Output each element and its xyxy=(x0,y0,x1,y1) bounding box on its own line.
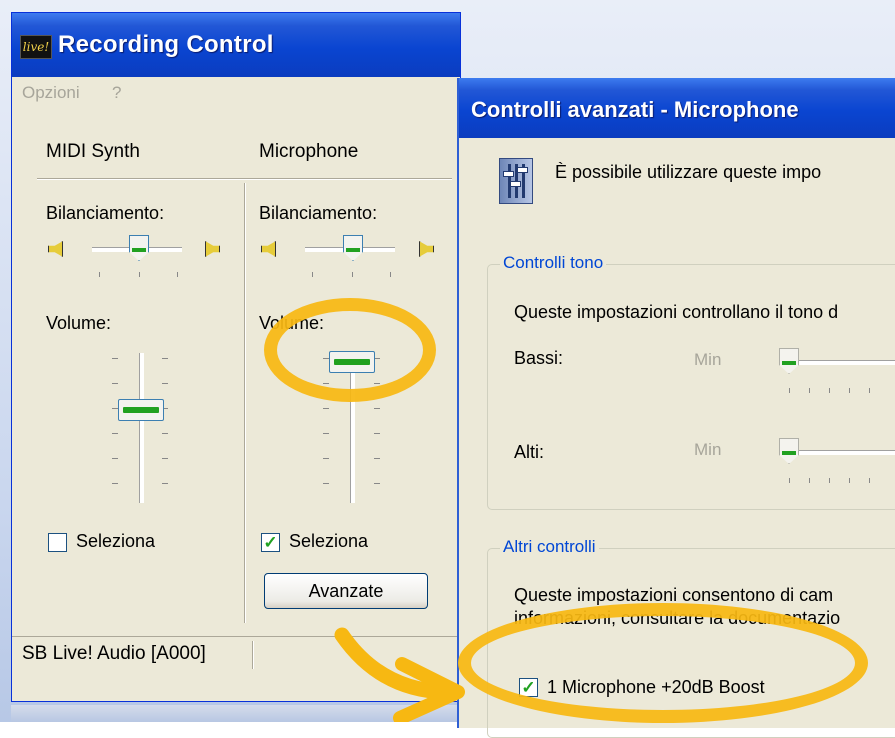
volume-tick xyxy=(162,458,168,459)
other-group-title: Altri controlli xyxy=(500,537,599,557)
volume-label-midi: Volume: xyxy=(46,313,112,333)
app-logo-icon: live! xyxy=(20,35,52,59)
select-checkbox-midi[interactable] xyxy=(48,533,67,552)
header-divider xyxy=(37,178,452,180)
volume-tick xyxy=(162,358,168,359)
volume-tick xyxy=(162,383,168,384)
treble-tick xyxy=(829,478,830,483)
volume-tick xyxy=(162,433,168,434)
status-divider xyxy=(252,641,254,669)
status-bar: SB Live! Audio [A000] xyxy=(12,636,462,673)
channel-name-microphone: Microphone xyxy=(259,141,359,162)
volume-slider-midi[interactable] xyxy=(139,353,144,503)
dialog-intro-text: È possibile utilizzare queste impo xyxy=(555,162,822,182)
menu-help[interactable]: ? xyxy=(112,83,121,103)
speaker-right-icon xyxy=(204,237,222,259)
menu-bar: Opzioni ? xyxy=(12,77,452,107)
volume-tick xyxy=(323,433,329,434)
desktop-strip xyxy=(11,705,461,722)
bass-tick xyxy=(849,388,850,393)
title-bar[interactable]: live! Recording Control xyxy=(12,13,460,77)
channel-name-midi-synth: MIDI Synth xyxy=(46,141,140,162)
speaker-left-icon xyxy=(259,237,277,259)
volume-tick xyxy=(112,458,118,459)
treble-label: Alti: xyxy=(514,442,545,462)
select-label-mic[interactable]: Seleziona xyxy=(289,531,368,552)
volume-tick xyxy=(323,483,329,484)
tone-description: Queste impostazioni controllano il tono … xyxy=(514,302,839,322)
select-label-midi[interactable]: Seleziona xyxy=(76,531,155,552)
avanzate-button[interactable]: Avanzate xyxy=(264,573,428,609)
treble-tick xyxy=(789,478,790,483)
balance-tick xyxy=(312,272,313,277)
tone-group-title: Controlli tono xyxy=(500,253,607,273)
speaker-right-icon xyxy=(418,237,436,259)
volume-tick xyxy=(323,408,329,409)
select-checkbox-mic[interactable]: ✓ xyxy=(261,533,280,552)
volume-tick xyxy=(374,458,380,459)
volume-tick xyxy=(112,483,118,484)
volume-tick xyxy=(162,483,168,484)
bass-tick xyxy=(809,388,810,393)
annotation-circle-boost xyxy=(458,603,868,723)
balance-tick xyxy=(99,272,100,277)
volume-tick xyxy=(112,358,118,359)
bass-label: Bassi: xyxy=(514,348,564,368)
tone-controls-group xyxy=(487,264,895,510)
annotation-circle-volume xyxy=(264,298,436,402)
menu-opzioni[interactable]: Opzioni xyxy=(22,83,80,103)
status-device-text: SB Live! Audio [A000] xyxy=(22,643,206,664)
channel-divider xyxy=(244,183,246,623)
bass-tick xyxy=(789,388,790,393)
dialog-title-bar[interactable]: Controlli avanzati - Microphone xyxy=(459,78,895,138)
treble-tick xyxy=(849,478,850,483)
dialog-title: Controlli avanzati - Microphone xyxy=(471,97,799,122)
bass-min-label: Min xyxy=(694,350,722,369)
balance-tick xyxy=(390,272,391,277)
volume-tick xyxy=(323,458,329,459)
bass-tick xyxy=(869,388,870,393)
balance-tick xyxy=(352,272,353,277)
treble-tick xyxy=(869,478,870,483)
balance-thumb-mic[interactable] xyxy=(343,235,363,261)
volume-tick xyxy=(374,483,380,484)
bass-tick xyxy=(829,388,830,393)
volume-tick xyxy=(112,383,118,384)
balance-label-mic: Bilanciamento: xyxy=(259,203,378,223)
balance-tick xyxy=(177,272,178,277)
balance-thumb-midi[interactable] xyxy=(129,235,149,261)
volume-tick xyxy=(374,408,380,409)
balance-label-midi: Bilanciamento: xyxy=(46,203,165,223)
window-title: Recording Control xyxy=(58,31,274,58)
treble-min-label: Min xyxy=(694,440,722,459)
balance-tick xyxy=(139,272,140,277)
volume-thumb-midi[interactable] xyxy=(118,399,164,421)
speaker-left-icon xyxy=(46,237,64,259)
volume-tick xyxy=(374,433,380,434)
treble-tick xyxy=(809,478,810,483)
volume-tick xyxy=(112,433,118,434)
mixer-settings-icon xyxy=(499,158,533,204)
